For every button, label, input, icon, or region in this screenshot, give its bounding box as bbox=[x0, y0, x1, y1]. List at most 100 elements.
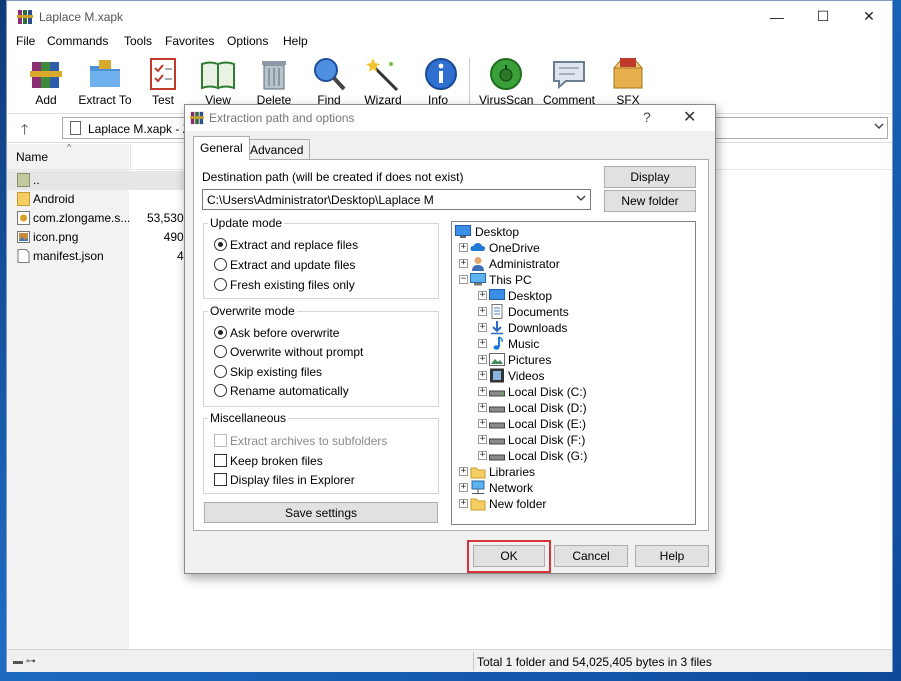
dialog-close-icon[interactable]: ✕ bbox=[683, 107, 696, 127]
checkbox-display-in-explorer[interactable]: Display files in Explorer bbox=[214, 473, 355, 487]
folder-icon bbox=[470, 498, 486, 511]
checkbox-extract-to-subfolders: Extract archives to subfolders bbox=[214, 434, 387, 448]
menu-commands[interactable]: Commands bbox=[47, 34, 108, 48]
dialog-title-bar[interactable]: Extraction path and options ? ✕ bbox=[185, 105, 715, 131]
menu-favorites[interactable]: Favorites bbox=[165, 34, 214, 48]
image-file-icon bbox=[17, 231, 30, 243]
drive-icon bbox=[489, 406, 505, 413]
collapse-minus-icon[interactable]: − bbox=[459, 275, 468, 284]
file-name: com.zlongame.s... bbox=[33, 211, 131, 225]
help-button[interactable]: Help bbox=[635, 545, 709, 567]
wizard-button[interactable]: Wizard bbox=[363, 56, 403, 108]
comment-button[interactable]: Comment bbox=[541, 56, 597, 108]
maximize-button[interactable]: ☐ bbox=[800, 1, 846, 32]
overwrite-mode-title: Overwrite mode bbox=[208, 304, 297, 318]
expand-plus-icon[interactable]: + bbox=[478, 339, 487, 348]
destination-path-combo[interactable]: C:\Users\Administrator\Desktop\Laplace M bbox=[202, 189, 591, 210]
option-label: Skip existing files bbox=[230, 365, 323, 379]
close-button[interactable]: ✕ bbox=[846, 1, 892, 32]
up-arrow-icon[interactable]: 🡑 bbox=[21, 119, 28, 143]
radio-unselected[interactable] bbox=[214, 278, 227, 291]
expand-plus-icon[interactable]: + bbox=[459, 483, 468, 492]
title-bar[interactable]: Laplace M.xapk — ☐ ✕ bbox=[7, 1, 892, 32]
list-item[interactable]: .. bbox=[7, 171, 187, 190]
expand-plus-icon[interactable]: + bbox=[478, 355, 487, 364]
virusscan-button[interactable]: VirusScan bbox=[479, 56, 533, 108]
expand-plus-icon[interactable]: + bbox=[478, 307, 487, 316]
radio-selected[interactable] bbox=[214, 326, 227, 339]
parent-folder-icon bbox=[17, 173, 30, 187]
miscellaneous-title: Miscellaneous bbox=[208, 411, 289, 425]
expand-plus-icon[interactable]: + bbox=[478, 435, 487, 444]
folder-tree[interactable]: Desktop + OneDrive + Administrator − Thi… bbox=[451, 221, 696, 525]
tab-general[interactable]: General bbox=[193, 136, 250, 160]
file-size: 53,530, bbox=[146, 211, 187, 225]
tab-advanced[interactable]: Advanced bbox=[243, 139, 311, 160]
text-file-icon bbox=[17, 249, 30, 263]
add-button[interactable]: Add bbox=[27, 56, 65, 108]
radio-rename-automatically[interactable]: Rename automatically bbox=[214, 384, 349, 398]
checkbox-keep-broken-files[interactable]: Keep broken files bbox=[214, 454, 323, 468]
view-button[interactable]: View bbox=[196, 56, 240, 108]
expand-plus-icon[interactable]: + bbox=[459, 499, 468, 508]
menu-options[interactable]: Options bbox=[227, 34, 268, 48]
sort-ascending-icon: ^ bbox=[67, 142, 72, 152]
test-button[interactable]: Test bbox=[145, 56, 181, 108]
menu-tools[interactable]: Tools bbox=[124, 34, 152, 48]
checkbox-unchecked[interactable] bbox=[214, 473, 227, 486]
minimize-button[interactable]: — bbox=[754, 1, 800, 32]
expand-plus-icon[interactable]: + bbox=[478, 371, 487, 380]
find-button[interactable]: Find bbox=[311, 56, 347, 108]
radio-unselected[interactable] bbox=[214, 365, 227, 378]
extract-folder-icon bbox=[90, 60, 120, 87]
extract-to-button[interactable]: Extract To bbox=[77, 56, 133, 108]
info-button[interactable]: Info bbox=[423, 56, 457, 108]
sfx-button[interactable]: SFX bbox=[607, 56, 649, 108]
radio-extract-replace[interactable]: Extract and replace files bbox=[214, 238, 358, 252]
new-folder-button[interactable]: New folder bbox=[604, 190, 696, 212]
radio-fresh-existing[interactable]: Fresh existing files only bbox=[214, 278, 355, 292]
radio-extract-update[interactable]: Extract and update files bbox=[214, 258, 355, 272]
column-separator[interactable] bbox=[130, 144, 131, 170]
chevron-down-icon[interactable] bbox=[874, 121, 884, 131]
radio-overwrite-without-prompt[interactable]: Overwrite without prompt bbox=[214, 345, 363, 359]
status-drive-icons[interactable]: ▬ ⊶ bbox=[13, 656, 36, 667]
radio-selected[interactable] bbox=[214, 238, 227, 251]
delete-button[interactable]: Delete bbox=[253, 56, 295, 108]
expand-plus-icon[interactable]: + bbox=[478, 323, 487, 332]
expand-plus-icon[interactable]: + bbox=[459, 467, 468, 476]
cancel-button[interactable]: Cancel bbox=[554, 545, 628, 567]
expand-plus-icon[interactable]: + bbox=[478, 451, 487, 460]
expand-plus-icon[interactable]: + bbox=[478, 387, 487, 396]
expand-plus-icon[interactable]: + bbox=[459, 243, 468, 252]
radio-unselected[interactable] bbox=[214, 345, 227, 358]
add-label: Add bbox=[35, 93, 57, 107]
radio-unselected[interactable] bbox=[214, 384, 227, 397]
status-separator bbox=[473, 652, 474, 671]
expand-plus-icon[interactable]: + bbox=[459, 259, 468, 268]
checkbox-disabled bbox=[214, 434, 227, 447]
expand-plus-icon[interactable]: + bbox=[478, 403, 487, 412]
ok-button[interactable]: OK bbox=[473, 545, 545, 567]
radio-skip-existing[interactable]: Skip existing files bbox=[214, 365, 322, 379]
checkbox-unchecked[interactable] bbox=[214, 454, 227, 467]
destination-path-label: Destination path (will be created if doe… bbox=[202, 170, 464, 184]
save-settings-button[interactable]: Save settings bbox=[204, 502, 438, 523]
dialog-help-icon[interactable]: ? bbox=[643, 109, 651, 125]
menu-file[interactable]: File bbox=[16, 34, 35, 48]
column-header-name[interactable]: Name bbox=[16, 150, 48, 164]
expand-plus-icon[interactable]: + bbox=[478, 291, 487, 300]
display-button[interactable]: Display bbox=[604, 166, 696, 188]
window-title: Laplace M.xapk bbox=[39, 10, 124, 24]
chevron-down-icon[interactable] bbox=[576, 193, 586, 203]
tree-label: Pictures bbox=[508, 353, 552, 367]
radio-unselected[interactable] bbox=[214, 258, 227, 271]
documents-icon bbox=[491, 304, 503, 319]
file-size: 490, bbox=[163, 230, 187, 244]
menu-help[interactable]: Help bbox=[283, 34, 308, 48]
minimize-icon: — bbox=[770, 8, 784, 25]
radio-ask-before-overwrite[interactable]: Ask before overwrite bbox=[214, 326, 339, 340]
dialog-title: Extraction path and options bbox=[209, 111, 355, 125]
expand-plus-icon[interactable]: + bbox=[478, 419, 487, 428]
info-icon bbox=[425, 58, 457, 90]
